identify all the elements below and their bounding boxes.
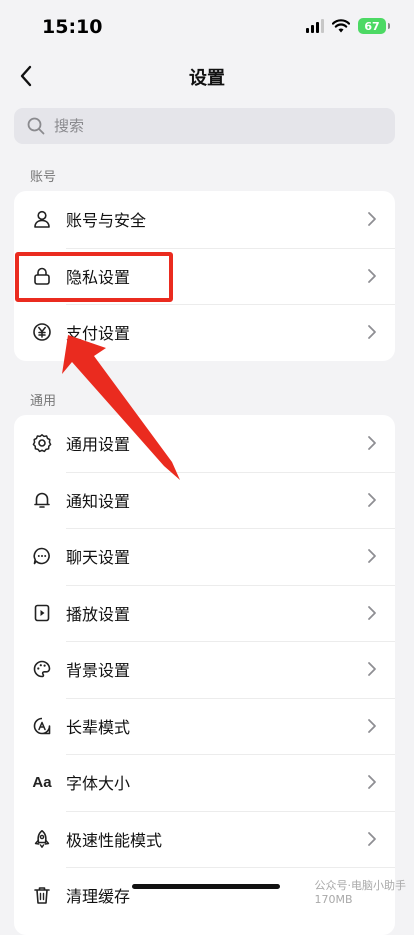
settings-item-privacy[interactable]: 隐私设置 (14, 247, 395, 305)
yen-icon (30, 320, 54, 344)
chevron-right-icon (367, 211, 377, 227)
settings-item-payment[interactable]: 支付设置 (14, 304, 395, 361)
chevron-right-icon (367, 718, 377, 734)
search-bar[interactable] (14, 108, 395, 144)
search-input[interactable] (52, 116, 376, 136)
account-settings-card: 账号与安全 隐私设置 支付设置 (14, 191, 395, 361)
bell-icon (30, 488, 54, 512)
play-icon (30, 601, 54, 625)
settings-item-label: 支付设置 (66, 324, 131, 344)
search-icon (26, 116, 46, 136)
settings-item-playback[interactable]: 播放设置 (14, 584, 395, 642)
person-icon (30, 207, 54, 231)
chevron-right-icon (367, 268, 377, 284)
settings-item-label: 字体大小 (66, 774, 131, 794)
settings-item-notifications[interactable]: 通知设置 (14, 471, 395, 529)
settings-item-background[interactable]: 背景设置 (14, 641, 395, 698)
chevron-right-icon (367, 831, 377, 847)
settings-item-label: 极速性能模式 (66, 830, 163, 850)
settings-item-label: 通知设置 (66, 491, 131, 511)
settings-item-elder-mode[interactable]: 长辈模式 (14, 697, 395, 755)
cache-size-value: 170MB (314, 893, 353, 906)
chevron-right-icon (367, 548, 377, 564)
font-size-icon: Aa (32, 773, 52, 791)
status-time: 15:10 (42, 16, 103, 38)
settings-item-label: 背景设置 (66, 661, 131, 681)
settings-item-chat[interactable]: 聊天设置 (14, 528, 395, 585)
settings-item-label: 账号与安全 (66, 211, 147, 231)
battery-indicator: 67 (358, 18, 390, 34)
battery-level: 67 (364, 19, 380, 33)
trash-icon (30, 883, 54, 907)
wifi-icon (332, 19, 350, 33)
settings-item-label: 聊天设置 (66, 548, 131, 568)
chevron-right-icon (367, 774, 377, 790)
chat-bubble-icon (30, 544, 54, 568)
cellular-signal-icon (306, 19, 324, 33)
elder-mode-icon (30, 714, 54, 738)
rocket-icon (30, 827, 54, 851)
watermark-text: 公众号·电脑小助手 (314, 879, 407, 892)
navigation-bar: 设置 (0, 56, 414, 96)
home-indicator (132, 884, 280, 889)
status-bar: 15:10 67 (0, 0, 414, 56)
chevron-right-icon (367, 605, 377, 621)
settings-item-label: 长辈模式 (66, 717, 131, 737)
watermark: 公众号·电脑小助手 170MB (315, 877, 407, 906)
status-icons: 67 (306, 18, 390, 34)
lock-icon (30, 264, 54, 288)
general-settings-card: 通用设置 通知设置 聊天设置 播放设置 背景设置 长辈模式 Aa 字体大小 极速… (14, 415, 395, 935)
settings-item-label: 播放设置 (66, 604, 131, 624)
chevron-right-icon (367, 324, 377, 340)
settings-item-general[interactable]: 通用设置 (14, 415, 395, 472)
settings-item-font-size[interactable]: Aa 字体大小 (14, 754, 395, 811)
settings-item-label: 隐私设置 (66, 267, 131, 287)
section-title-account: 账号 (30, 170, 57, 185)
palette-icon (30, 657, 54, 681)
section-title-general: 通用 (30, 394, 57, 409)
chevron-right-icon (367, 661, 377, 677)
settings-item-label: 通用设置 (66, 435, 131, 455)
gear-icon (30, 431, 54, 455)
settings-item-performance-mode[interactable]: 极速性能模式 (14, 810, 395, 868)
chevron-right-icon (367, 492, 377, 508)
chevron-right-icon (367, 435, 377, 451)
settings-item-account-security[interactable]: 账号与安全 (14, 191, 395, 248)
page-title: 设置 (189, 68, 225, 89)
settings-item-label: 清理缓存 (66, 887, 131, 907)
